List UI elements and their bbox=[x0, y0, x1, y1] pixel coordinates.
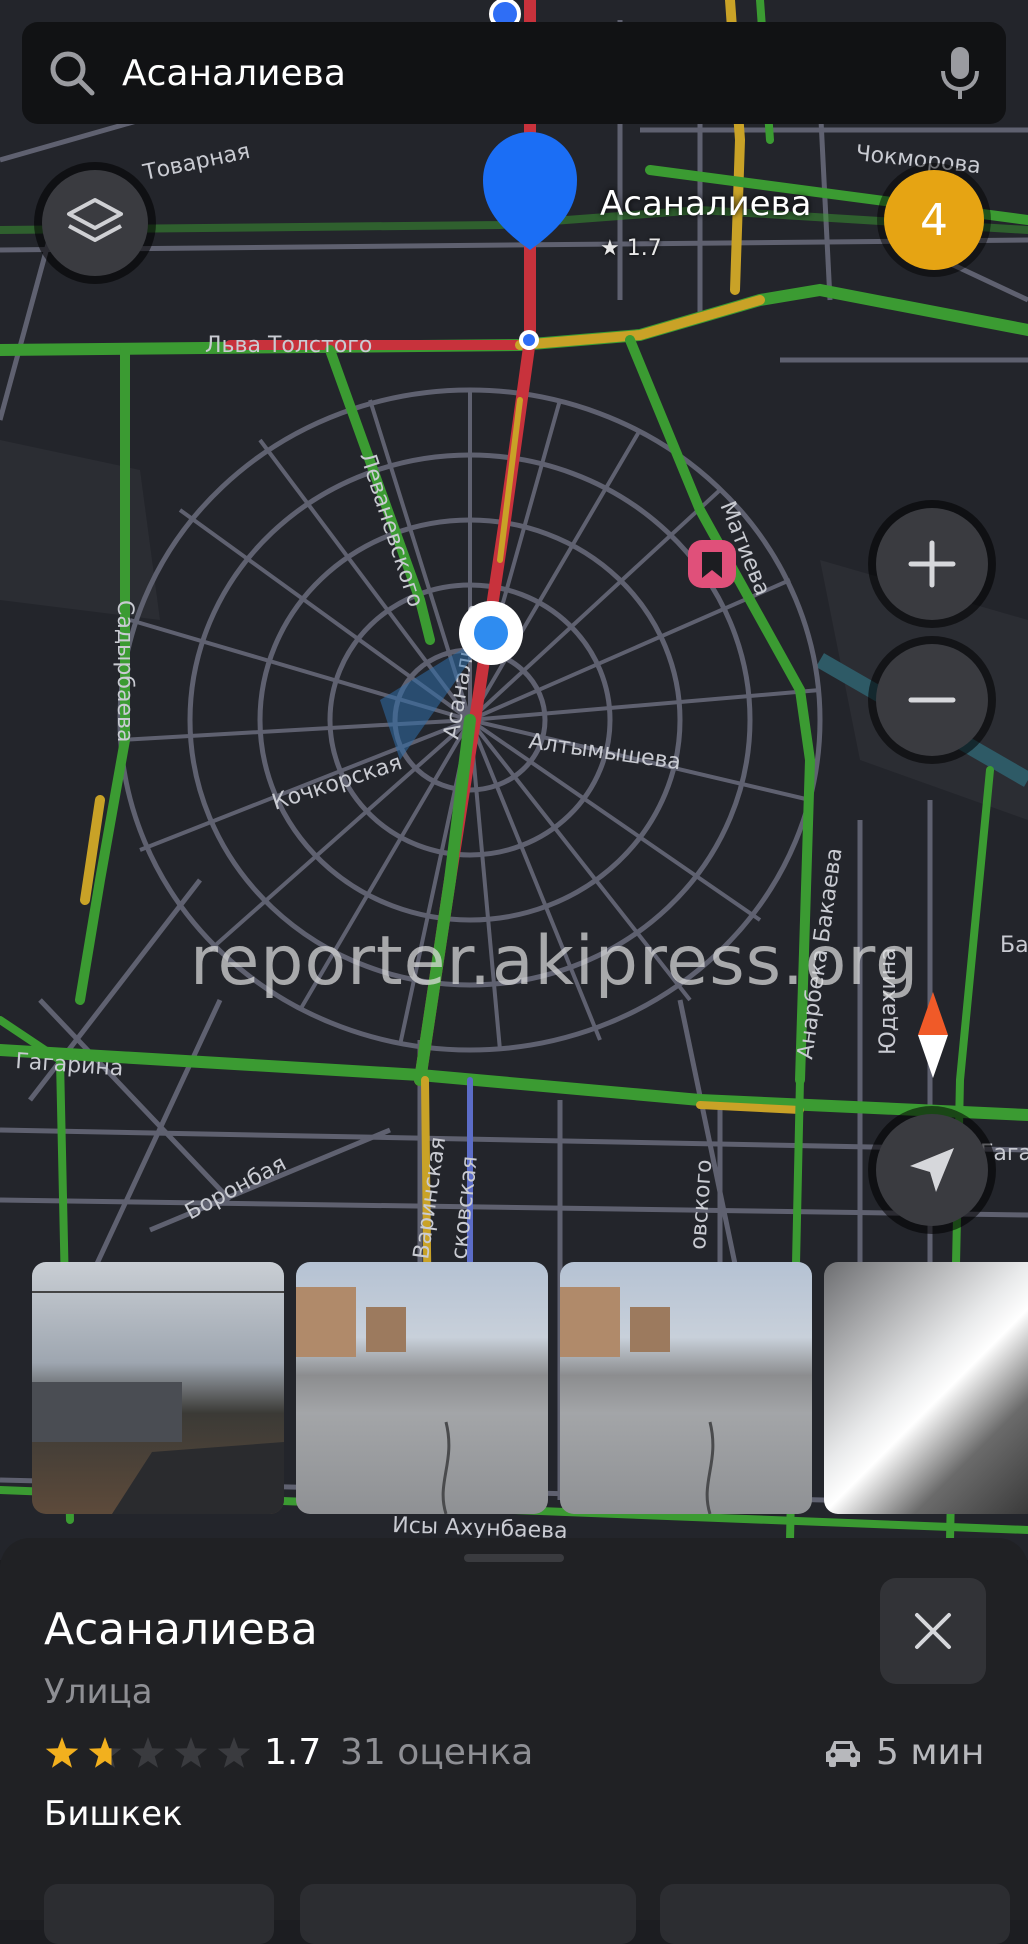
watermark: reporter.akipress.org bbox=[190, 922, 920, 1001]
star-rating-icons bbox=[45, 1737, 251, 1768]
my-location-button[interactable] bbox=[876, 1114, 988, 1226]
rating-value: 1.7 bbox=[264, 1732, 322, 1773]
compass-icon bbox=[918, 992, 948, 1078]
place-city: Бишкек bbox=[44, 1794, 183, 1834]
compass-button[interactable] bbox=[898, 990, 968, 1080]
pin-title[interactable]: Асаналиева bbox=[600, 184, 811, 224]
rating-stars bbox=[44, 1736, 252, 1772]
navigation-arrow-icon bbox=[910, 1148, 954, 1192]
place-photo[interactable] bbox=[296, 1262, 548, 1514]
search-icon bbox=[50, 51, 95, 96]
star-icon bbox=[45, 1737, 79, 1768]
layers-button[interactable] bbox=[42, 170, 148, 276]
user-location-marker bbox=[459, 601, 523, 665]
map-view[interactable]: Товарная Чокморова Льва Толстого Леванев… bbox=[0, 0, 1028, 1560]
drag-handle[interactable] bbox=[464, 1554, 564, 1562]
zoom-out-button[interactable] bbox=[876, 644, 988, 756]
pin-rating: ★ 1.7 bbox=[600, 236, 662, 261]
action-buttons bbox=[0, 1884, 1028, 1944]
place-card[interactable]: Асаналиева Улица 1.7 31 оценка 5 мин Биш… bbox=[0, 1538, 1028, 1944]
search-bar[interactable]: Асаналиева bbox=[22, 22, 1006, 124]
close-icon bbox=[915, 1613, 951, 1649]
place-photo[interactable] bbox=[824, 1262, 1028, 1514]
minus-icon bbox=[908, 697, 956, 703]
drive-time[interactable]: 5 мин bbox=[824, 1732, 984, 1773]
photo-carousel[interactable] bbox=[0, 1262, 1028, 1516]
zoom-in-button[interactable] bbox=[876, 508, 988, 620]
action-button[interactable] bbox=[44, 1884, 274, 1944]
place-photo[interactable] bbox=[32, 1262, 284, 1514]
action-button[interactable] bbox=[660, 1884, 1010, 1944]
street-label: Ба bbox=[1000, 933, 1028, 958]
results-count-badge[interactable]: 4 bbox=[884, 170, 984, 270]
place-category: Улица bbox=[44, 1672, 153, 1712]
bookmark-marker-icon[interactable] bbox=[688, 540, 736, 588]
rating-count[interactable]: 31 оценка bbox=[340, 1732, 533, 1773]
street-label: Льва Толстого bbox=[205, 333, 372, 358]
street-label: Садырбаева bbox=[112, 600, 137, 742]
close-button[interactable] bbox=[880, 1578, 986, 1684]
drive-time-text: 5 мин bbox=[876, 1732, 985, 1773]
car-icon bbox=[826, 1740, 860, 1767]
star-icon bbox=[88, 1737, 122, 1768]
search-query[interactable]: Асаналиева bbox=[122, 53, 938, 94]
star-icon bbox=[217, 1737, 251, 1768]
action-button[interactable] bbox=[300, 1884, 636, 1944]
place-photo[interactable] bbox=[560, 1262, 812, 1514]
star-icon bbox=[131, 1737, 165, 1768]
place-title: Асаналиева bbox=[44, 1604, 318, 1655]
microphone-icon[interactable] bbox=[938, 45, 982, 101]
layers-icon bbox=[67, 198, 123, 242]
plus-icon bbox=[908, 540, 956, 588]
star-icon bbox=[174, 1737, 208, 1768]
